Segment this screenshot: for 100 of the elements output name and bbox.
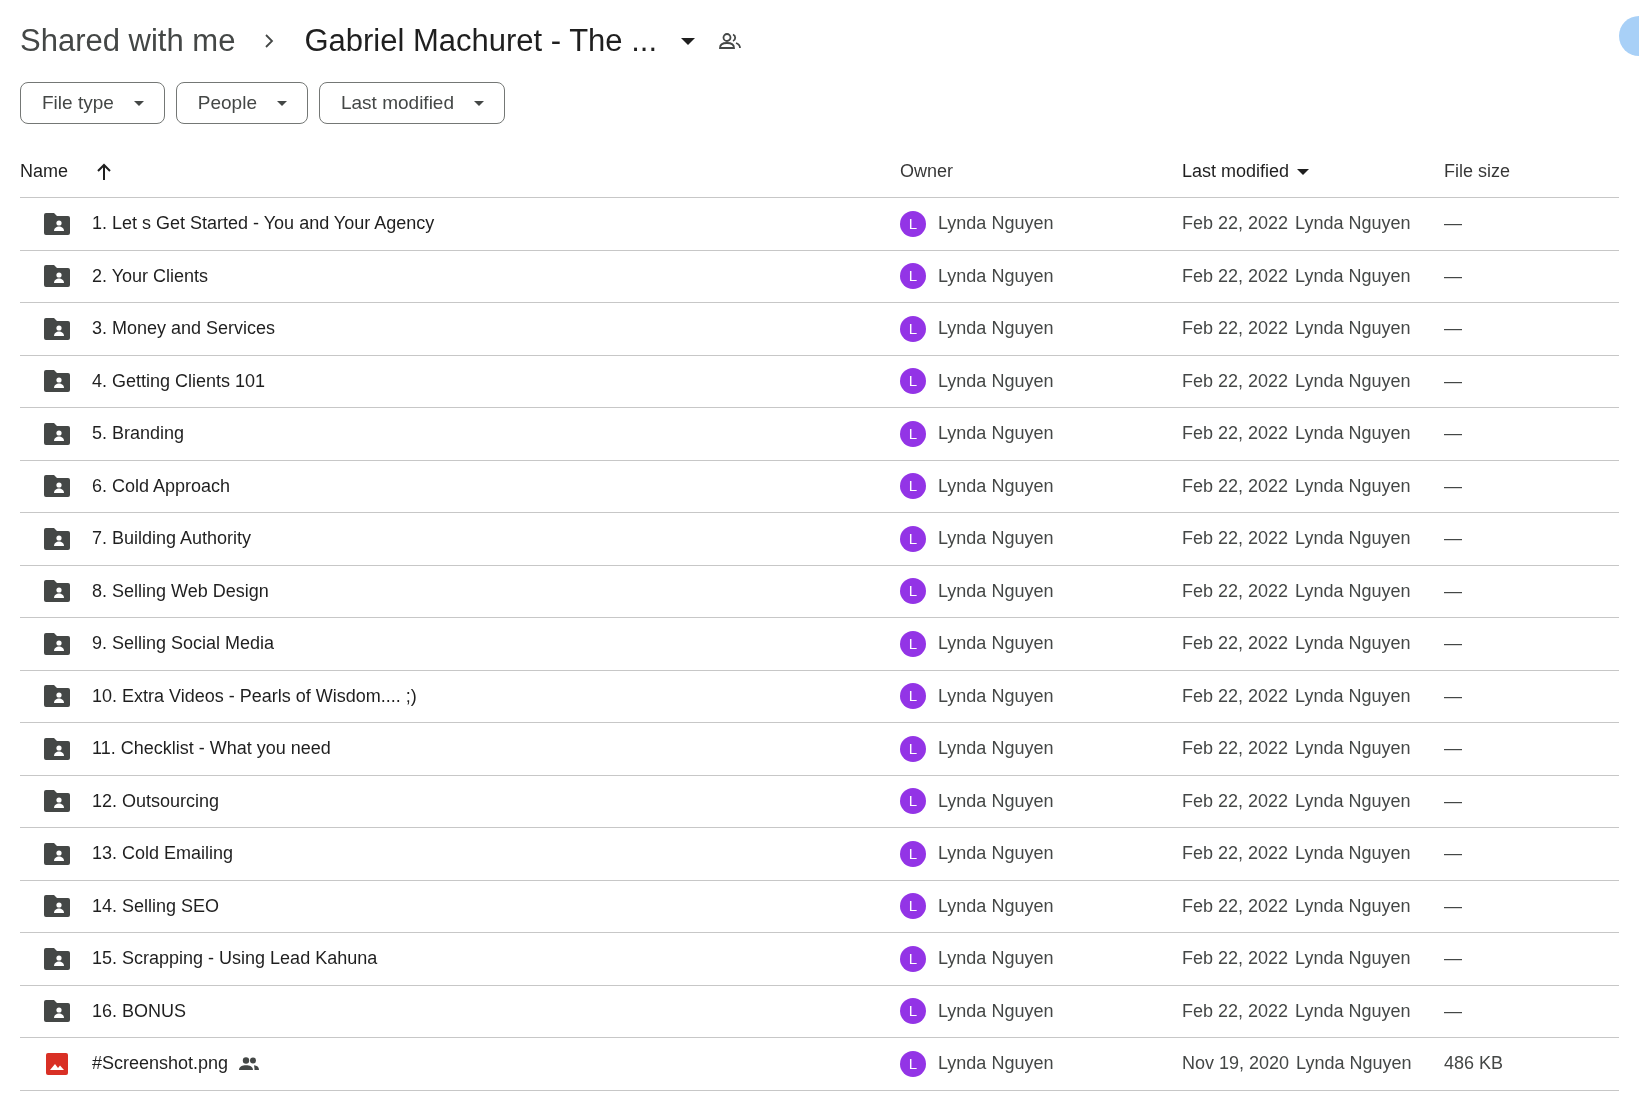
owner-avatar: L	[900, 578, 926, 605]
file-size: —	[1444, 843, 1462, 864]
modified-by: Lynda Nguyen	[1295, 369, 1411, 393]
sort-caret-icon[interactable]	[1297, 168, 1310, 175]
modified-by: Lynda Nguyen	[1295, 632, 1411, 656]
file-name: 1. Let s Get Started - You and Your Agency	[92, 212, 435, 236]
breadcrumb-parent[interactable]: Shared with me	[20, 17, 236, 65]
file-name: 12. Outsourcing	[92, 789, 220, 813]
chevron-right-icon	[265, 34, 275, 48]
file-size: —	[1444, 1000, 1462, 1021]
file-size: —	[1444, 423, 1462, 444]
modified-date: Nov 19, 2020	[1182, 1052, 1290, 1076]
modified-date: Feb 22, 2022	[1182, 212, 1289, 236]
dropdown-caret-icon	[474, 100, 484, 106]
modified-date: Feb 22, 2022	[1182, 947, 1289, 971]
file-row[interactable]: 8. Selling Web Design L Lynda Nguyen Feb 22, 2022 Lynda Nguyen —	[20, 565, 1619, 618]
shared-folder-icon	[44, 1000, 70, 1023]
owner-name: Lynda Nguyen	[938, 212, 1054, 236]
owner-name: Lynda Nguyen	[938, 317, 1054, 341]
file-row[interactable]: 13. Cold Emailing L Lynda Nguyen Feb 22, 2022 Lynda Nguyen —	[20, 828, 1619, 881]
file-name: 5. Branding	[92, 422, 185, 446]
modified-date: Feb 22, 2022	[1182, 527, 1289, 551]
file-size: —	[1444, 213, 1462, 234]
column-header[interactable]: Owner	[900, 158, 953, 185]
owner-name: Lynda Nguyen	[938, 474, 1054, 498]
file-name: 7. Building Authority	[92, 527, 252, 551]
file-size: —	[1444, 475, 1462, 496]
owner-avatar: L	[900, 945, 926, 972]
file-row[interactable]: 9. Selling Social Media L Lynda Nguyen Feb 22, 2022 Lynda Nguyen —	[20, 618, 1619, 671]
shared-folder-icon	[44, 317, 70, 340]
file-size: —	[1444, 948, 1462, 969]
file-row[interactable]: 16. BONUS L Lynda Nguyen Feb 22, 2022 Lynda Nguyen —	[20, 985, 1619, 1038]
file-row[interactable]: 10. Extra Videos - Pearls of Wisdom.... ;) L Lynda Nguyen Feb 22, 2022 Lynda Nguyen —	[20, 670, 1619, 723]
owner-avatar: L	[900, 683, 926, 710]
dropdown-caret-icon	[277, 100, 287, 106]
file-size: —	[1444, 738, 1462, 759]
shared-folder-icon	[44, 895, 70, 918]
file-size: —	[1444, 528, 1462, 549]
filter-chip[interactable]: File type	[20, 82, 165, 124]
owner-avatar: L	[900, 420, 926, 447]
file-name: 15. Scrapping - Using Lead Kahuna	[92, 947, 378, 971]
shared-folder-icon	[44, 842, 70, 865]
file-name: 4. Getting Clients 101	[92, 369, 266, 393]
file-row[interactable]: 5. Branding L Lynda Nguyen Feb 22, 2022 Lynda Nguyen —	[20, 408, 1619, 461]
breadcrumb-current-folder[interactable]: Gabriel Machuret - The ...	[304, 17, 695, 65]
file-row[interactable]: 2. Your Clients L Lynda Nguyen Feb 22, 2022 Lynda Nguyen —	[20, 250, 1619, 303]
owner-avatar: L	[900, 315, 926, 342]
column-header[interactable]: Name	[20, 158, 68, 185]
sort-arrow-icon[interactable]	[96, 162, 112, 181]
owner-name: Lynda Nguyen	[938, 1052, 1054, 1076]
file-size: —	[1444, 633, 1462, 654]
file-row[interactable]: 12. Outsourcing L Lynda Nguyen Feb 22, 2022 Lynda Nguyen —	[20, 775, 1619, 828]
file-size: —	[1444, 895, 1462, 916]
column-header[interactable]: File size	[1444, 158, 1510, 185]
owner-name: Lynda Nguyen	[938, 947, 1054, 971]
file-row[interactable]: 3. Money and Services L Lynda Nguyen Feb 22, 2022 Lynda Nguyen —	[20, 303, 1619, 356]
owner-avatar: L	[900, 473, 926, 500]
file-size: —	[1444, 790, 1462, 811]
shared-folder-icon	[44, 737, 70, 760]
file-row[interactable]: 14. Selling SEO L Lynda Nguyen Feb 22, 2022 Lynda Nguyen —	[20, 880, 1619, 933]
shared-folder-icon	[44, 370, 70, 393]
owner-name: Lynda Nguyen	[938, 579, 1054, 603]
modified-date: Feb 22, 2022	[1182, 632, 1289, 656]
file-row[interactable]: 4. Getting Clients 101 L Lynda Nguyen Feb 22, 2022 Lynda Nguyen —	[20, 355, 1619, 408]
file-row[interactable]: 11. Checklist - What you need L Lynda Nguyen Feb 22, 2022 Lynda Nguyen —	[20, 723, 1619, 776]
owner-name: Lynda Nguyen	[938, 894, 1054, 918]
modified-by: Lynda Nguyen	[1296, 1052, 1412, 1076]
modified-by: Lynda Nguyen	[1295, 212, 1411, 236]
file-size: —	[1444, 580, 1462, 601]
modified-by: Lynda Nguyen	[1295, 474, 1411, 498]
owner-name: Lynda Nguyen	[938, 737, 1054, 761]
owner-avatar: L	[900, 630, 926, 657]
modified-date: Feb 22, 2022	[1182, 369, 1289, 393]
file-row[interactable]: #Screenshot.png L Lynda Nguyen Nov 19, 2020 Lynda Nguyen 486 KB	[20, 1038, 1619, 1091]
file-row[interactable]: 7. Building Authority L Lynda Nguyen Feb 22, 2022 Lynda Nguyen —	[20, 513, 1619, 566]
file-name: 3. Money and Services	[92, 317, 276, 341]
modified-by: Lynda Nguyen	[1295, 999, 1411, 1023]
filter-chip[interactable]: People	[175, 82, 308, 124]
filter-chip[interactable]: Last modified	[319, 82, 505, 124]
modified-by: Lynda Nguyen	[1295, 422, 1411, 446]
owner-avatar: L	[900, 525, 926, 552]
shared-folder-icon	[44, 265, 70, 288]
owner-avatar: L	[900, 788, 926, 815]
modified-by: Lynda Nguyen	[1295, 579, 1411, 603]
file-name: 13. Cold Emailing	[92, 842, 234, 866]
modified-by: Lynda Nguyen	[1295, 789, 1411, 813]
shared-folder-icon	[44, 790, 70, 813]
modified-date: Feb 22, 2022	[1182, 579, 1289, 603]
modified-date: Feb 22, 2022	[1182, 999, 1289, 1023]
column-header[interactable]: Last modified	[1182, 158, 1290, 185]
file-size: 486 KB	[1444, 1053, 1504, 1074]
modified-by: Lynda Nguyen	[1295, 264, 1411, 288]
file-row[interactable]: 15. Scrapping - Using Lead Kahuna L Lynda Nguyen Feb 22, 2022 Lynda Nguyen —	[20, 933, 1619, 986]
file-row[interactable]: 1. Let s Get Started - You and Your Agency L Lynda Nguyen Feb 22, 2022 Lynda Nguyen —	[20, 198, 1619, 251]
owner-avatar: L	[900, 735, 926, 762]
modified-date: Feb 22, 2022	[1182, 474, 1289, 498]
image-file-icon	[46, 1052, 68, 1075]
file-name: 10. Extra Videos - Pearls of Wisdom.... ;)	[92, 684, 417, 708]
file-row[interactable]: 6. Cold Approach L Lynda Nguyen Feb 22, 2022 Lynda Nguyen —	[20, 460, 1619, 513]
file-size: —	[1444, 265, 1462, 286]
